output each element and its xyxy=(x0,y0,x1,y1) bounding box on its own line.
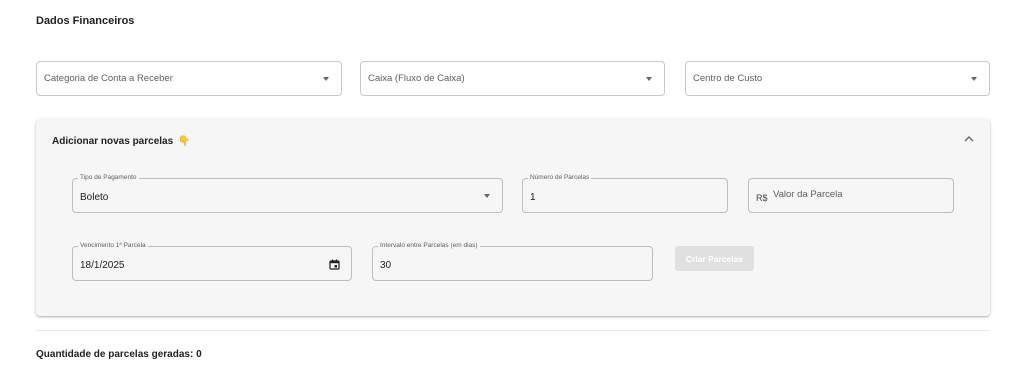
tipo-pagamento-select[interactable]: Tipo de Pagamento Boleto xyxy=(72,173,503,213)
numero-parcelas-input[interactable]: Número de Parcelas 1 xyxy=(522,173,728,213)
vencimento-label: Vencimento 1ª Parcela xyxy=(78,241,148,251)
centro-placeholder: Centro de Custo xyxy=(693,73,763,84)
vencimento-value: 18/1/2025 xyxy=(80,260,125,271)
section-title: Dados Financeiros xyxy=(36,15,135,27)
calendar-icon[interactable] xyxy=(329,259,340,270)
parcelas-count-value: 0 xyxy=(196,349,202,360)
tipo-pagamento-label: Tipo de Pagamento xyxy=(78,173,139,183)
intervalo-input[interactable]: Intervalo entre Parcelas (em dias) 30 xyxy=(372,241,653,281)
vencimento-date-input[interactable]: Vencimento 1ª Parcela 18/1/2025 xyxy=(72,241,352,281)
intervalo-value: 30 xyxy=(380,260,392,271)
chevron-down-icon xyxy=(646,77,652,81)
parcelas-count: Quantidade de parcelas geradas: 0 xyxy=(36,349,202,360)
centro-custo-select[interactable]: Centro de Custo xyxy=(685,61,990,96)
panel-title-text: Adicionar novas parcelas xyxy=(52,136,174,147)
chevron-down-icon xyxy=(484,194,490,198)
intervalo-label: Intervalo entre Parcelas (em dias) xyxy=(378,241,480,251)
valor-parcela-input[interactable]: R$ Valor da Parcela xyxy=(748,178,954,213)
chevron-up-icon[interactable] xyxy=(962,133,976,145)
parcelas-count-label: Quantidade de parcelas geradas: xyxy=(36,349,194,360)
numero-parcelas-label: Número de Parcelas xyxy=(528,173,592,183)
divider xyxy=(36,330,990,331)
categoria-select[interactable]: Categoria de Conta a Receber xyxy=(36,61,342,96)
parcelas-panel: Adicionar novas parcelas 👇 Tipo de Pagam… xyxy=(36,119,990,316)
currency-prefix: R$ xyxy=(756,193,768,203)
valor-parcela-placeholder: Valor da Parcela xyxy=(773,189,843,200)
caixa-select[interactable]: Caixa (Fluxo de Caixa) xyxy=(360,61,665,96)
caixa-placeholder: Caixa (Fluxo de Caixa) xyxy=(368,73,465,84)
criar-parcelas-button[interactable]: Criar Parcelas xyxy=(675,246,754,271)
pointing-down-emoji: 👇 xyxy=(177,136,191,147)
categoria-placeholder: Categoria de Conta a Receber xyxy=(44,73,173,84)
numero-parcelas-value: 1 xyxy=(530,192,536,203)
tipo-pagamento-value: Boleto xyxy=(80,192,109,203)
chevron-down-icon xyxy=(971,77,977,81)
panel-title[interactable]: Adicionar novas parcelas 👇 xyxy=(52,136,190,147)
chevron-down-icon xyxy=(323,77,329,81)
